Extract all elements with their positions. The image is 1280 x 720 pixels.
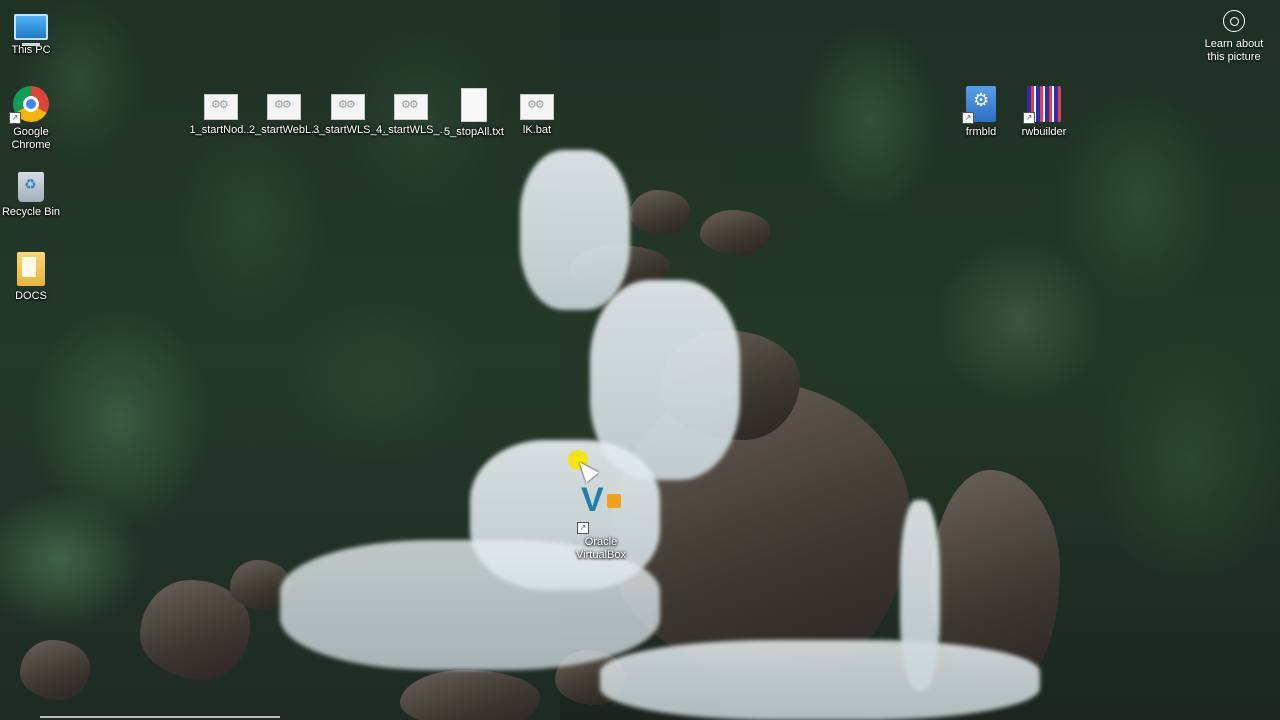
chrome-icon: ↗ <box>9 86 49 124</box>
wallpaper-rock <box>700 210 770 255</box>
desktop-icon-label: Recycle Bin <box>1 206 61 218</box>
wallpaper-rock <box>630 190 690 235</box>
virtualbox-cube-glyph <box>607 494 621 508</box>
desktop-icon-label: DOCS <box>15 290 47 302</box>
virtualbox-v-glyph: V <box>581 481 604 519</box>
batch-file-icon <box>204 94 238 120</box>
forms-builder-icon: ↗ <box>962 86 996 124</box>
screen-bottom-edge <box>40 716 280 718</box>
batch-file-icon <box>267 94 301 120</box>
desktop-icon-label: Oracle VirtualBox <box>576 536 626 561</box>
desktop-icon-2-startweblogic[interactable]: 2_startWebL... <box>247 88 321 137</box>
desktop-icon-rwbuilder[interactable]: ↗ rwbuilder <box>1007 86 1081 139</box>
batch-file-icon <box>394 94 428 120</box>
desktop-icon-this-pc[interactable]: This PC <box>0 8 68 57</box>
wallpaper-waterfall <box>900 500 940 690</box>
learn-about-picture-label: Learn about this picture <box>1204 38 1264 63</box>
desktop-icon-oracle-virtualbox[interactable]: V ↗ Oracle VirtualBox <box>564 481 638 562</box>
folder-icon <box>17 252 45 286</box>
wallpaper-waterfall <box>600 640 1040 720</box>
batch-file-icon <box>520 94 554 120</box>
shortcut-arrow-icon: ↗ <box>1023 112 1035 124</box>
learn-about-picture-button[interactable]: Learn about this picture <box>1198 10 1270 64</box>
desktop-icon-label: lK.bat <box>522 124 552 136</box>
desktop-icon-ik-bat[interactable]: lK.bat <box>500 88 574 137</box>
desktop-icon-label: Google Chrome <box>11 126 51 151</box>
desktop-icon-recycle-bin[interactable]: Recycle Bin <box>0 170 68 219</box>
wallpaper-rock <box>20 640 90 700</box>
desktop-icon-label: 2_startWebL... <box>249 124 321 136</box>
shortcut-arrow-icon: ↗ <box>577 522 589 534</box>
desktop-icon-label: rwbuilder <box>1021 126 1067 138</box>
wallpaper-waterfall <box>520 150 630 310</box>
text-file-icon <box>461 88 487 122</box>
camera-icon <box>1223 10 1245 32</box>
shortcut-arrow-icon: ↗ <box>9 112 21 124</box>
wallpaper-rock <box>400 670 540 720</box>
recycle-bin-icon <box>18 172 44 202</box>
desktop-icon-docs[interactable]: DOCS <box>0 252 68 303</box>
desktop-icon-google-chrome[interactable]: ↗ Google Chrome <box>0 86 68 152</box>
batch-file-icon <box>331 94 365 120</box>
shortcut-arrow-icon: ↗ <box>962 112 974 124</box>
reports-builder-icon: ↗ <box>1023 86 1061 124</box>
virtualbox-icon: V ↗ <box>577 481 621 534</box>
computer-icon <box>14 14 48 46</box>
